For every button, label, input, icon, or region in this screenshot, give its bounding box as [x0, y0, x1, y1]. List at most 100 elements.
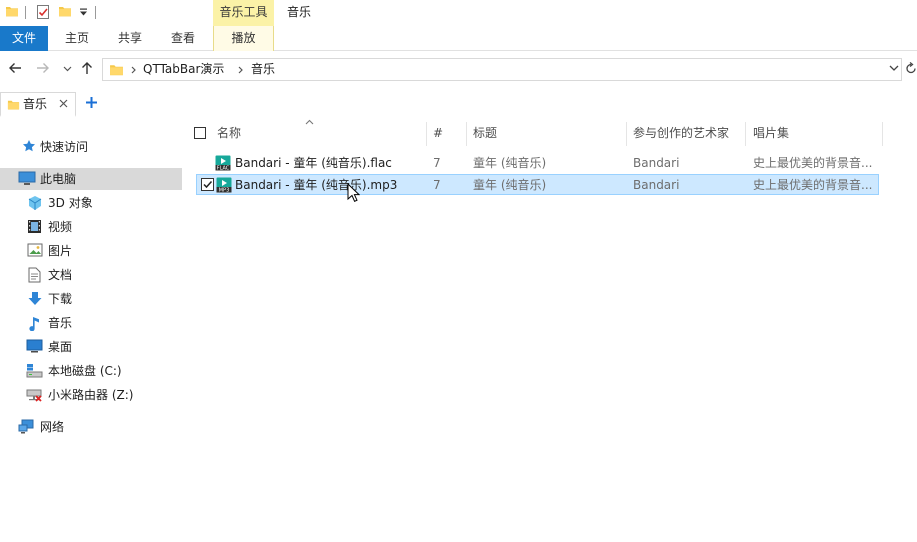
nav-label: 网络	[40, 420, 65, 434]
qttab-label: 音乐	[23, 97, 48, 111]
document-icon	[28, 267, 41, 283]
nav-item-desktop[interactable]: 桌面	[0, 336, 182, 358]
breadcrumb-music[interactable]: 音乐	[251, 59, 275, 80]
qttab-music[interactable]: 音乐	[0, 92, 76, 117]
back-arrow-icon[interactable]	[8, 62, 22, 74]
nav-item-pictures[interactable]: 图片	[0, 240, 182, 262]
forward-arrow-icon[interactable]	[36, 62, 50, 74]
network-icon	[18, 419, 36, 434]
mp3-file-icon: MP3	[216, 177, 232, 193]
file-artist: Bandari	[633, 156, 680, 170]
new-tab-plus-icon[interactable]	[85, 96, 98, 109]
nav-label: 3D 对象	[48, 196, 93, 210]
file-title: 童年 (纯音乐)	[473, 156, 547, 170]
address-dropdown-chevron-icon[interactable]	[889, 65, 899, 72]
nav-item-music[interactable]: 音乐	[0, 312, 182, 334]
column-header-artist[interactable]: 参与创作的艺术家	[633, 118, 729, 148]
svg-text:MP3: MP3	[219, 188, 230, 193]
nav-item-local-disk-c[interactable]: 本地磁盘 (C:)	[0, 360, 182, 382]
nav-label: 音乐	[48, 316, 73, 330]
file-album: 史上最优美的背景音...	[753, 178, 873, 192]
download-icon	[27, 291, 43, 307]
nav-item-videos[interactable]: 视频	[0, 216, 182, 238]
column-header-title[interactable]: 标题	[473, 118, 497, 148]
ribbon-tabs: 文件 主页 共享 查看 播放	[0, 26, 917, 51]
tab-share[interactable]: 共享	[104, 26, 156, 51]
separator	[95, 6, 96, 19]
column-divider[interactable]	[745, 122, 746, 146]
tab-view[interactable]: 查看	[158, 26, 208, 51]
flac-file-icon: FLAC	[215, 155, 231, 171]
column-divider[interactable]	[626, 122, 627, 146]
breadcrumb-chevron-icon[interactable]	[238, 66, 244, 74]
drive-icon	[26, 363, 43, 378]
column-header-track[interactable]: #	[433, 118, 443, 148]
column-divider[interactable]	[466, 122, 467, 146]
desktop-icon	[26, 339, 43, 353]
column-header-album[interactable]: 唱片集	[753, 118, 789, 148]
nav-label: 此电脑	[40, 172, 77, 186]
column-divider[interactable]	[426, 122, 427, 146]
nav-label: 快速访问	[40, 140, 89, 154]
svg-text:FLAC: FLAC	[217, 166, 230, 171]
file-track: 7	[433, 178, 441, 192]
column-divider[interactable]	[882, 122, 883, 146]
refresh-icon[interactable]	[905, 62, 917, 75]
properties-icon[interactable]	[36, 4, 50, 20]
file-row-mp3[interactable]: MP3 Bandari - 童年 (纯音乐).mp3 7 童年 (纯音乐) Ba…	[196, 174, 879, 195]
nav-item-quick-access[interactable]: 快速访问	[0, 136, 182, 158]
nav-item-3d-objects[interactable]: 3D 对象	[0, 192, 182, 214]
up-arrow-icon[interactable]	[81, 61, 93, 75]
address-bar[interactable]: QTTabBar演示 音乐	[102, 58, 902, 81]
sort-ascending-icon	[305, 119, 314, 125]
row-checkbox[interactable]	[201, 178, 214, 191]
breadcrumb-qttabbar[interactable]: QTTabBar演示	[143, 59, 224, 80]
nav-label: 图片	[48, 244, 73, 258]
file-row-flac[interactable]: FLAC Bandari - 童年 (纯音乐).flac 7 童年 (纯音乐) …	[196, 153, 879, 174]
separator	[25, 6, 26, 19]
folder-icon	[109, 62, 124, 77]
nav-item-documents[interactable]: 文档	[0, 264, 182, 286]
file-title: 童年 (纯音乐)	[473, 178, 547, 192]
new-folder-icon[interactable]	[58, 4, 72, 18]
music-icon	[28, 315, 41, 331]
close-tab-icon[interactable]	[59, 99, 68, 108]
recent-locations-chevron-icon[interactable]	[63, 66, 72, 72]
nav-item-downloads[interactable]: 下载	[0, 288, 182, 310]
file-name: Bandari - 童年 (纯音乐).mp3	[235, 178, 398, 192]
column-header-name[interactable]: 名称	[217, 118, 241, 148]
window-title: 音乐	[287, 5, 312, 19]
picture-icon	[27, 243, 43, 257]
nav-label: 下载	[48, 292, 73, 306]
file-list: 名称 # 标题 参与创作的艺术家 唱片集 FLAC Bandari - 童年 (…	[190, 118, 917, 542]
music-tools-context-label: 音乐工具	[213, 0, 274, 26]
tab-play[interactable]: 播放	[213, 26, 274, 51]
file-track: 7	[433, 156, 441, 170]
qttabbar-tab-strip: 音乐	[0, 91, 917, 119]
computer-icon	[18, 171, 36, 186]
breadcrumb-chevron-icon[interactable]	[131, 66, 137, 74]
folder-icon[interactable]	[5, 4, 19, 18]
star-icon	[22, 139, 36, 153]
folder-icon	[7, 98, 20, 111]
select-all-checkbox[interactable]	[194, 127, 206, 139]
cube-icon	[27, 195, 43, 211]
mouse-pointer-icon	[347, 183, 360, 203]
column-header: 名称 # 标题 参与创作的艺术家 唱片集	[190, 118, 890, 148]
nav-label: 桌面	[48, 340, 73, 354]
video-icon	[27, 219, 42, 234]
network-drive-icon	[26, 387, 43, 402]
nav-item-this-pc[interactable]: 此电脑	[0, 168, 182, 190]
file-album: 史上最优美的背景音...	[753, 156, 873, 170]
nav-label: 小米路由器 (Z:)	[48, 388, 134, 402]
tab-home[interactable]: 主页	[52, 26, 102, 51]
nav-item-network-drive-z[interactable]: 小米路由器 (Z:)	[0, 384, 182, 406]
customize-quick-access-icon[interactable]	[79, 8, 88, 17]
navigation-bar: QTTabBar演示 音乐	[0, 56, 917, 84]
nav-label: 本地磁盘 (C:)	[48, 364, 122, 378]
file-name: Bandari - 童年 (纯音乐).flac	[235, 156, 392, 170]
tab-file[interactable]: 文件	[0, 26, 48, 51]
nav-item-network[interactable]: 网络	[0, 416, 182, 438]
nav-label: 文档	[48, 268, 73, 282]
title-bar: 音乐工具 音乐	[0, 0, 917, 26]
